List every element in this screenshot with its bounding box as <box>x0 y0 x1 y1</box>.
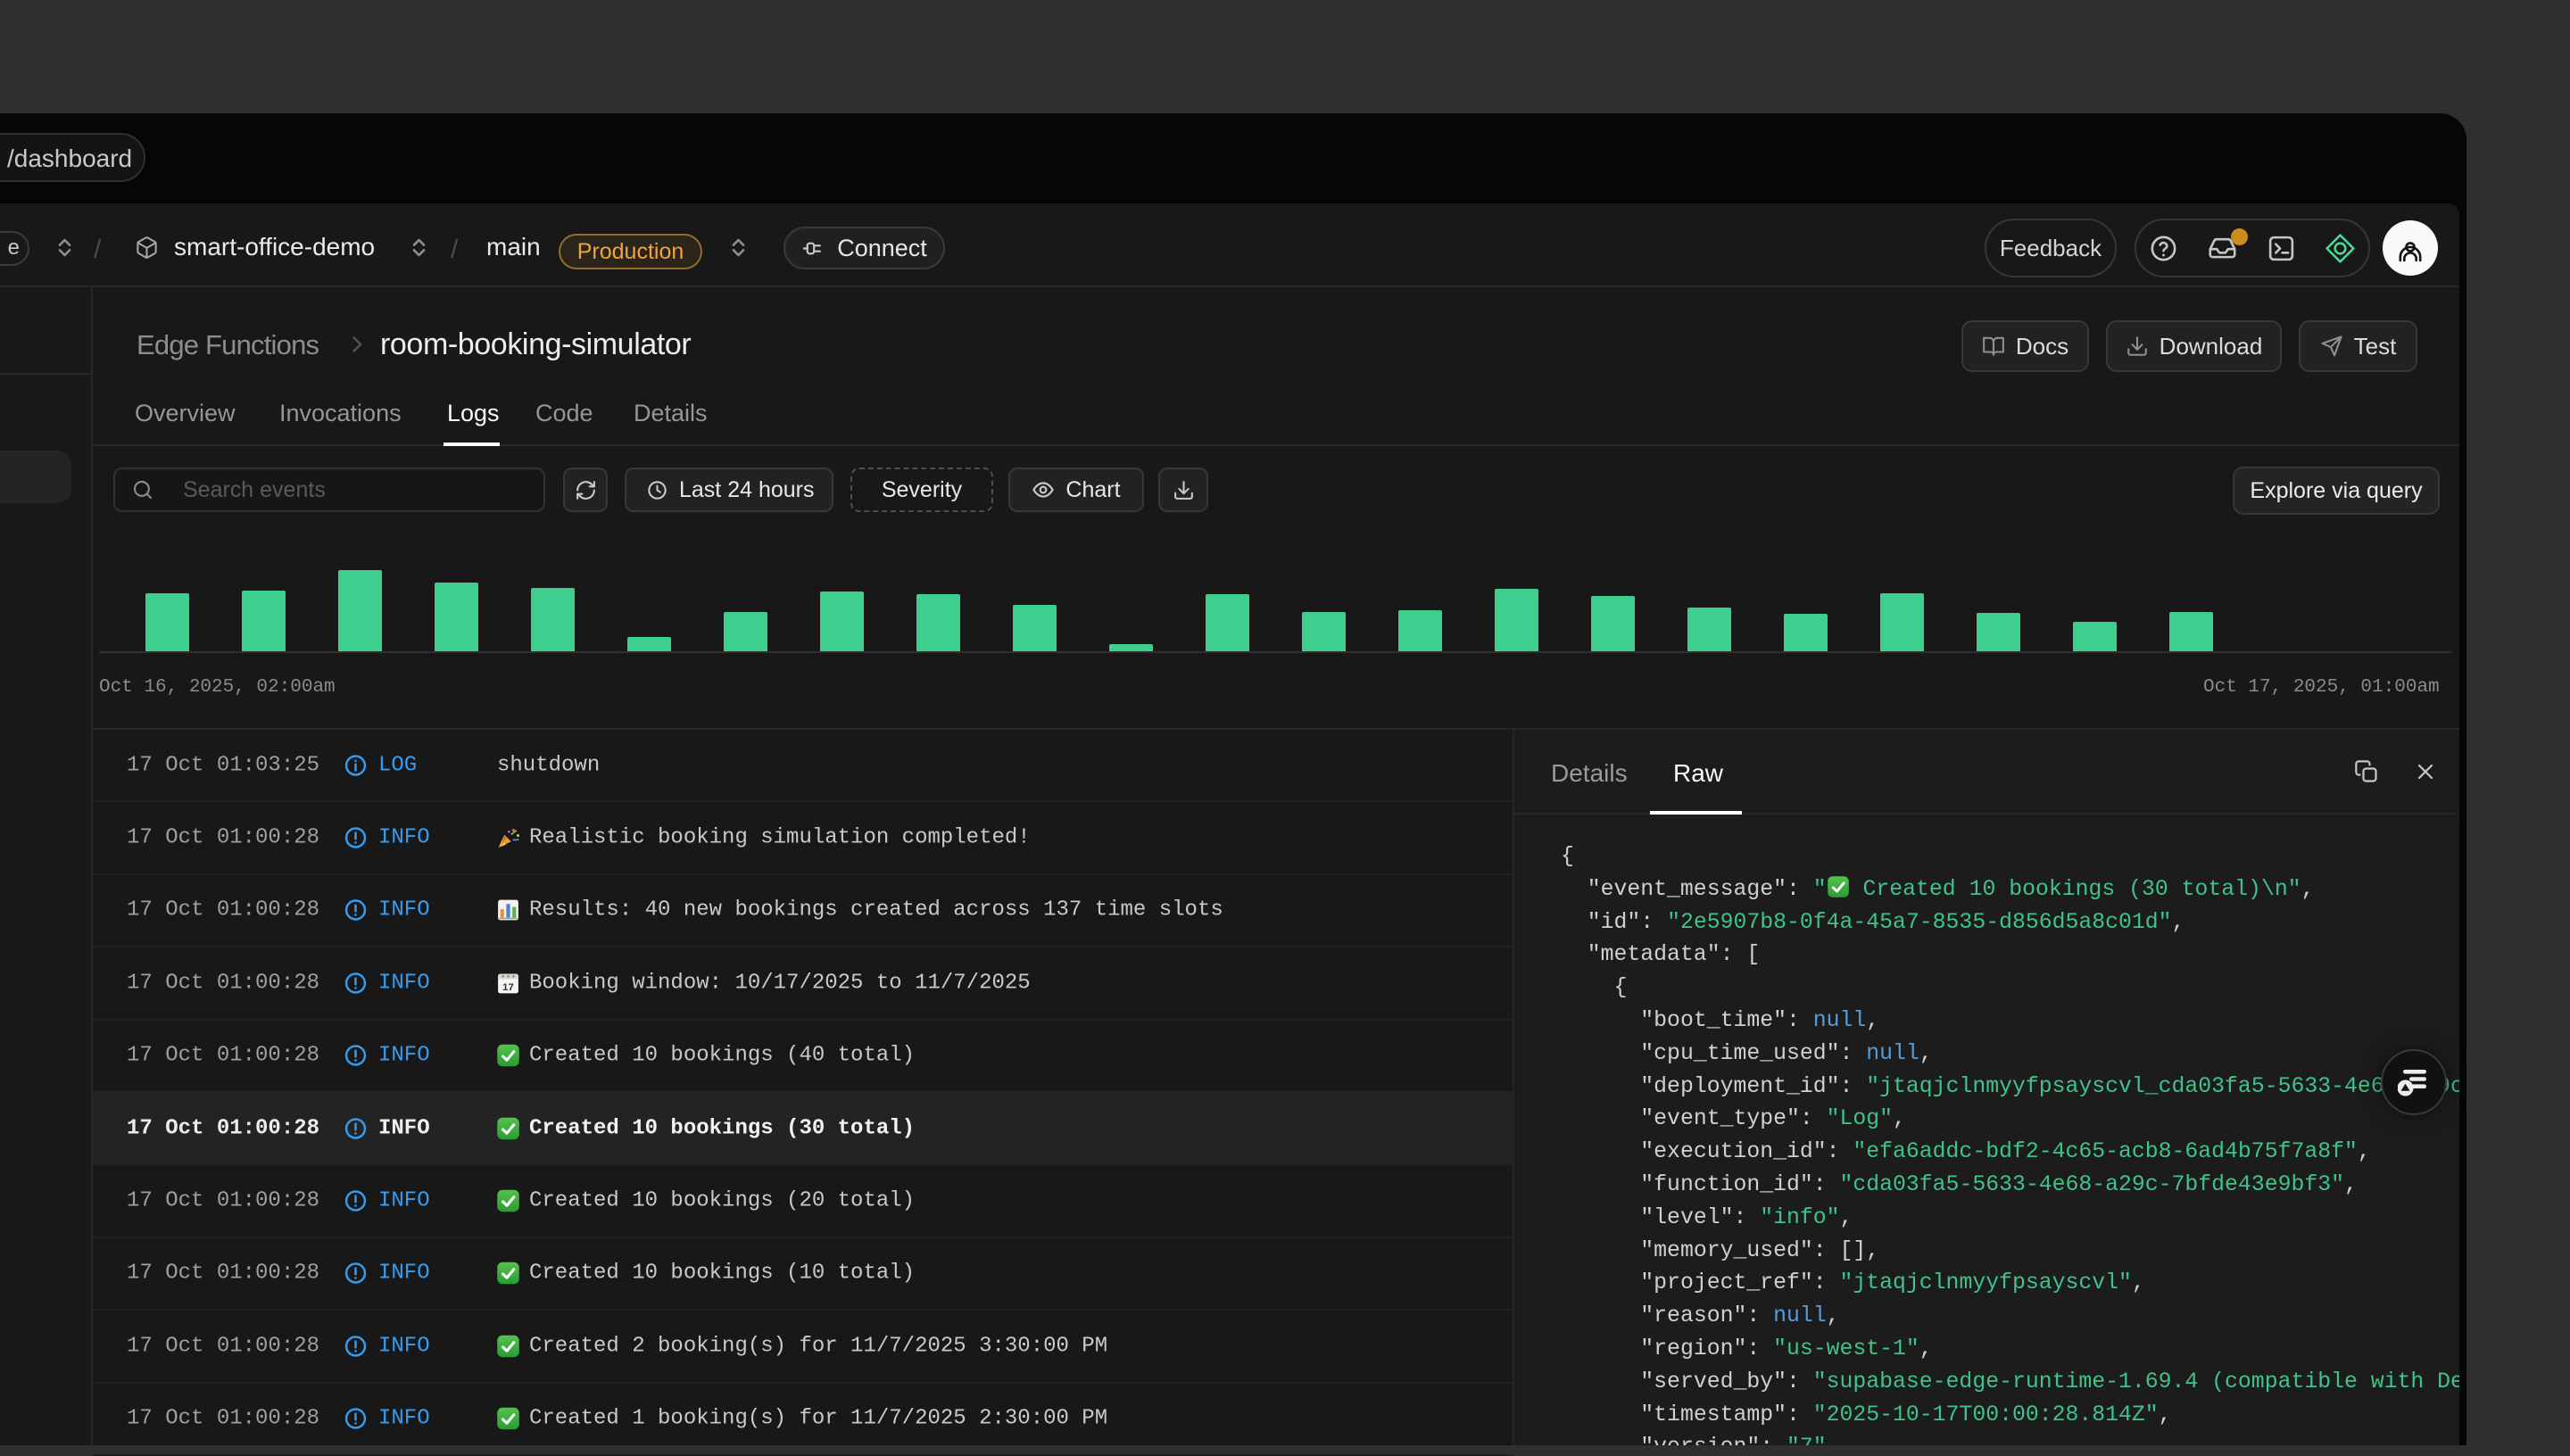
svg-text:17: 17 <box>502 982 514 993</box>
